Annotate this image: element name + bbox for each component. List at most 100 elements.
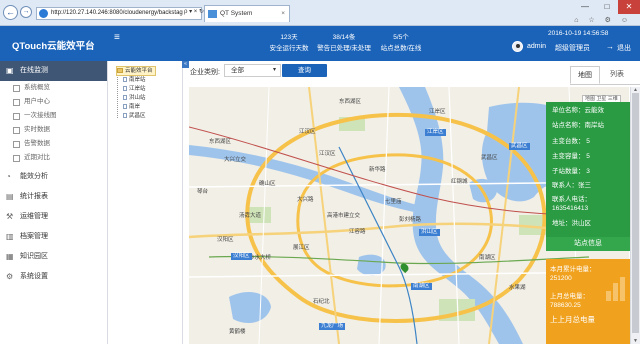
map-label: 汉阳区 (217, 237, 234, 243)
sidebar-item-operations[interactable]: ⚒ 运维管理 (0, 207, 107, 227)
sidebar-subitem[interactable]: 告警数据 (0, 137, 107, 151)
tab-list[interactable]: 列表 (602, 66, 632, 84)
sidebar-item-energy-analysis[interactable]: ◔ 能效分析 (0, 167, 107, 187)
sidebar-item-reports[interactable]: ▤ 统计报表 (0, 187, 107, 207)
chevron-down-icon: ▾ (272, 67, 276, 73)
category-label: 企业类别: (190, 69, 220, 76)
tree-node[interactable]: 江岸站 (123, 85, 146, 93)
sidebar-item-label: 知识园区 (20, 253, 48, 260)
info-capacity: 主变容量： 5 (552, 153, 590, 160)
tab-close-icon[interactable]: × (281, 6, 285, 22)
collapse-tree-icon[interactable]: « (182, 61, 189, 68)
ie-icon (39, 9, 48, 18)
minimize-icon[interactable]: — (574, 0, 596, 14)
forward-arrow-icon[interactable]: → (20, 6, 32, 18)
folder-icon (117, 68, 123, 73)
logout-icon[interactable]: → (606, 42, 614, 51)
address-bar[interactable]: http://120.27.140.246:8080/cloudenergy/b… (36, 7, 202, 20)
file-icon (123, 104, 127, 109)
sidebar-item-label: 在线监测 (20, 67, 48, 74)
sidebar-subitem[interactable]: 近期对比 (0, 151, 107, 165)
sidebar-item-label: 统计报表 (20, 193, 48, 200)
tree-node-label: 洪山站 (129, 95, 146, 101)
stat-value: 38/14条 (332, 34, 356, 41)
info-contact: 联系人：张三 (552, 182, 591, 189)
map-label: 江岸区 (425, 129, 446, 136)
tree-node[interactable]: 武昌区 (123, 112, 146, 120)
sidebar-item-online-monitor[interactable]: ▣ 在线监测 (0, 61, 107, 81)
map-label: 江汉区 (319, 151, 336, 157)
map-label: 东西湖区 (339, 99, 362, 105)
sidebar-item-settings[interactable]: ⚙ 系统设置 (0, 267, 107, 287)
map-label: 展江区 (293, 245, 310, 251)
map-label: 沙水大桥 (249, 255, 272, 261)
tree-root[interactable]: 云能效平台 (116, 66, 156, 76)
sidebar-item-label: 系统设置 (20, 273, 48, 280)
monitor-icon: ▣ (6, 66, 14, 75)
browser-tab[interactable]: QT System × (204, 5, 290, 22)
map-label: 琴台 (197, 189, 209, 195)
tree-node[interactable]: 南岸 (123, 103, 140, 111)
file-icon (123, 77, 127, 82)
info-substations: 子站数量： 3 (552, 168, 590, 175)
sidebar-item-label: 运维管理 (20, 213, 48, 220)
tab-map[interactable]: 地图 (570, 66, 600, 84)
sidebar-item-knowledge[interactable]: ▦ 知识园区 (0, 247, 107, 267)
map-label: 确山区 (259, 181, 276, 187)
info-phone-label: 联系人电话： (552, 196, 591, 203)
scroll-down-icon[interactable]: ▼ (632, 338, 639, 344)
avatar[interactable] (512, 41, 523, 52)
stat-sites: 5/5个 站点总数/在线 (376, 32, 426, 54)
close-window-icon[interactable]: ✕ (618, 0, 640, 14)
map-label: 武昌区 (481, 155, 498, 161)
file-icon (123, 113, 127, 118)
prev-month-label: 上上月总电量 (550, 315, 595, 324)
tree-node[interactable]: 南岸站 (123, 76, 146, 84)
header-username[interactable]: admin (527, 43, 546, 50)
scrollbar-thumb[interactable] (632, 93, 639, 333)
maximize-icon[interactable]: □ (596, 0, 618, 14)
map-label: 南湖区 (479, 255, 496, 261)
sidebar-subitem[interactable]: 系统概览 (0, 81, 107, 95)
knowledge-icon: ▦ (6, 252, 14, 261)
browser-chrome: ← → http://120.27.140.246:8080/cloudener… (0, 0, 640, 26)
category-select-value: 全部 (231, 67, 244, 74)
map-label: 江汉区 (299, 129, 316, 135)
category-select[interactable]: 全部 ▾ (224, 64, 281, 77)
toolbar-icons[interactable]: ⌂ ☆ ⚙ ☺ (574, 16, 632, 24)
stat-label: 警告已处理/未处理 (317, 45, 371, 52)
page-icon (208, 10, 217, 18)
back-arrow-icon[interactable]: ← (3, 5, 18, 20)
info-phone: 1635416413 (552, 205, 589, 212)
vertical-scrollbar[interactable]: ▲ ▼ (630, 87, 640, 344)
map-label: 南湖区 (411, 283, 432, 290)
map-label: 江岸区 (429, 109, 446, 115)
sidebar-subitem[interactable]: 用户中心 (0, 95, 107, 109)
sidebar-subitem[interactable]: 一次接线图 (0, 109, 107, 123)
info-card-footer: 站点信息 (546, 237, 630, 251)
info-unit: 单位名称：云能效 (552, 107, 604, 114)
info-site: 站点名称：南岸站 (552, 122, 604, 129)
map-label: 彭刘杨路 (399, 217, 422, 223)
last-month-value: 788630.25 (550, 302, 581, 309)
sidebar-subitem[interactable]: 实时数据 (0, 123, 107, 137)
tree-node[interactable]: 洪山站 (123, 94, 146, 102)
logout-button[interactable]: 退出 (617, 43, 631, 53)
tree-node-label: 武昌区 (129, 113, 146, 119)
last-month-label: 上月总电量： (550, 293, 589, 300)
tools-icon: ⚒ (6, 212, 14, 221)
map-label: 水果湖 (509, 285, 526, 291)
map-label: 东西湖区 (209, 139, 232, 145)
address-tools[interactable]: ρ ▾ × ↻ (184, 8, 204, 15)
menu-toggle-icon[interactable]: ≡ (114, 32, 120, 43)
sidebar-item-archives[interactable]: ▥ 档案管理 (0, 227, 107, 247)
map-label: 汤孬大道 (239, 213, 262, 219)
map-label: 汉阳区 (231, 253, 252, 260)
map-label: 七里庙 (385, 199, 402, 205)
sidebar: ▣ 在线监测 系统概览 用户中心 一次接线图 实时数据 告警数据 近期对比 ◔ 能效… (0, 61, 108, 344)
query-button[interactable]: 查询 (282, 64, 327, 77)
app-header: QTouch云能效平台 ≡ 123天 安全运行天数 38/14条 警告已处理/未… (0, 26, 640, 61)
stat-value: 5/5个 (393, 34, 409, 41)
chart-icon: ◔ (6, 172, 11, 181)
report-icon: ▤ (6, 192, 14, 201)
